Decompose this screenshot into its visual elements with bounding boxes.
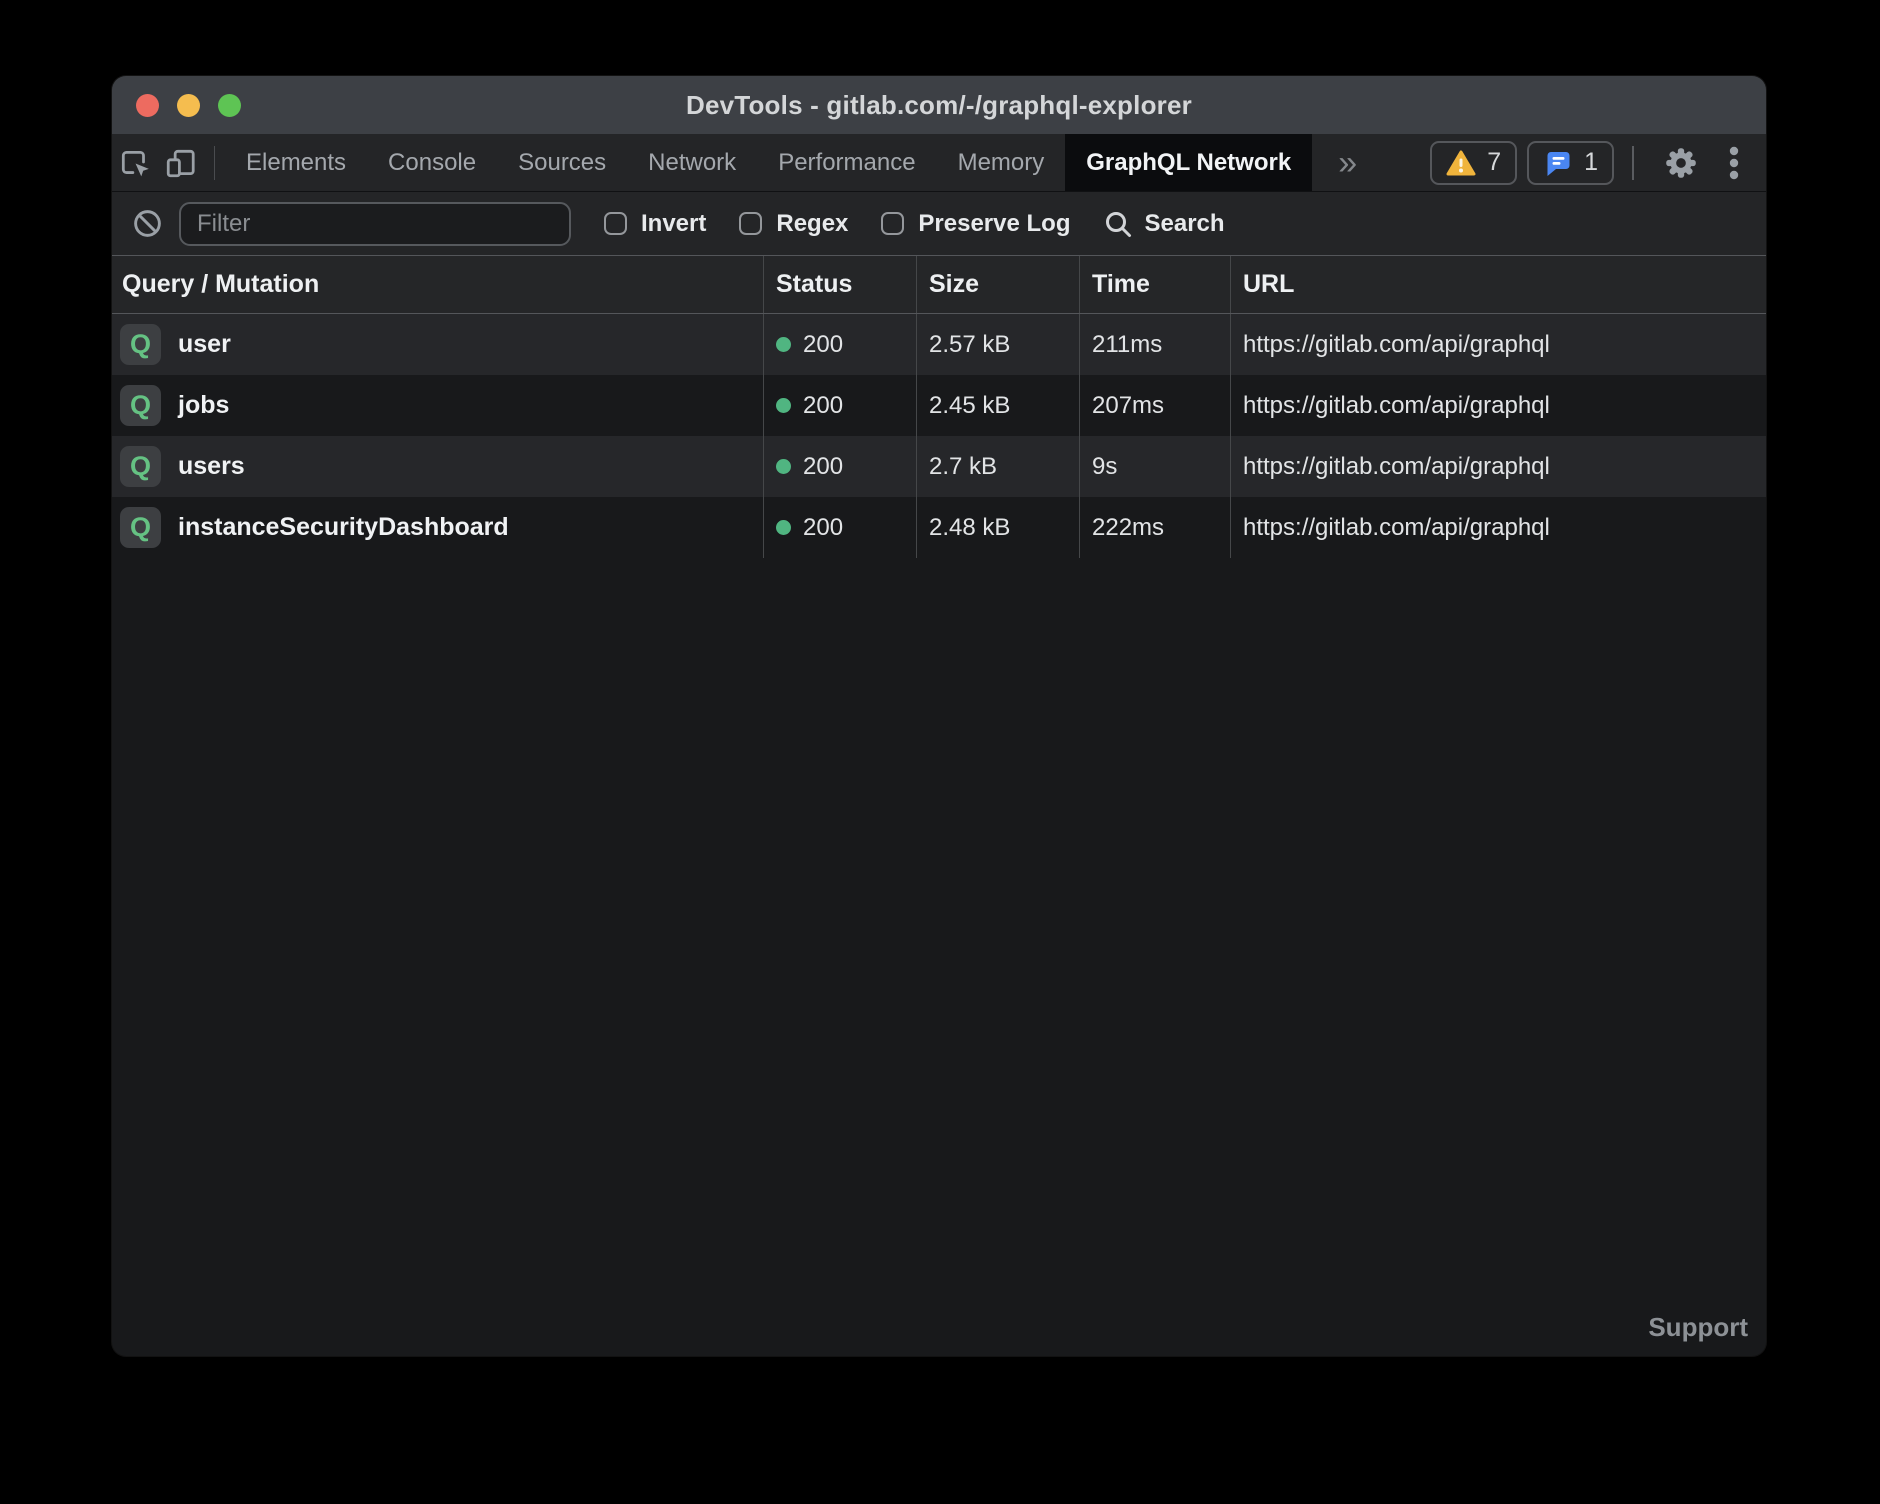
message-bubble-icon <box>1543 148 1573 178</box>
query-type-badge: Q <box>120 446 161 487</box>
response-time: 9s <box>1079 436 1230 497</box>
column-header-url[interactable]: URL <box>1230 256 1766 313</box>
tab-sources[interactable]: Sources <box>497 134 627 191</box>
warnings-badge[interactable]: 7 <box>1430 141 1517 185</box>
column-header-time[interactable]: Time <box>1079 256 1230 313</box>
devtools-tab-bar: Elements Console Sources Network Perform… <box>112 134 1766 192</box>
query-name: instanceSecurityDashboard <box>178 513 509 542</box>
kebab-menu-icon <box>1728 144 1740 182</box>
close-button[interactable] <box>136 94 159 117</box>
query-name: users <box>178 452 245 481</box>
query-type-badge: Q <box>120 385 161 426</box>
tab-memory[interactable]: Memory <box>937 134 1066 191</box>
response-size: 2.45 kB <box>916 375 1079 436</box>
traffic-lights <box>136 76 241 134</box>
tab-performance[interactable]: Performance <box>757 134 936 191</box>
tab-elements[interactable]: Elements <box>225 134 367 191</box>
response-time: 222ms <box>1079 497 1230 558</box>
response-size: 2.48 kB <box>916 497 1079 558</box>
tab-network[interactable]: Network <box>627 134 757 191</box>
device-toolbar-button[interactable] <box>158 134 204 191</box>
preserve-log-checkbox[interactable] <box>881 212 904 235</box>
query-type-badge: Q <box>120 507 161 548</box>
title-bar[interactable]: DevTools - gitlab.com/-/graphql-explorer <box>112 76 1766 134</box>
status-ok-dot-icon <box>776 520 791 535</box>
search-label: Search <box>1144 210 1224 238</box>
table-row[interactable]: Q instanceSecurityDashboard 200 2.48 kB … <box>112 497 1766 558</box>
minimize-button[interactable] <box>177 94 200 117</box>
filter-toolbar: Invert Regex Preserve Log Search <box>112 192 1766 256</box>
table-header: Query / Mutation Status Size Time URL <box>112 256 1766 314</box>
block-icon <box>132 208 163 239</box>
table-row[interactable]: Q users 200 2.7 kB 9s https://gitlab.com… <box>112 436 1766 497</box>
regex-checkbox[interactable] <box>739 212 762 235</box>
invert-label: Invert <box>641 210 706 238</box>
status-ok-dot-icon <box>776 459 791 474</box>
query-name: jobs <box>178 391 229 420</box>
status-code: 200 <box>803 331 843 359</box>
column-header-size[interactable]: Size <box>916 256 1079 313</box>
table-row[interactable]: Q jobs 200 2.45 kB 207ms https://gitlab.… <box>112 375 1766 436</box>
more-options-button[interactable] <box>1714 134 1766 191</box>
status-code: 200 <box>803 514 843 542</box>
request-url: https://gitlab.com/api/graphql <box>1230 375 1766 436</box>
status-ok-dot-icon <box>776 337 791 352</box>
gear-icon <box>1662 144 1700 182</box>
query-type-badge: Q <box>120 324 161 365</box>
device-toolbar-icon <box>164 146 198 180</box>
inspect-cursor-icon <box>118 146 152 180</box>
tabbar-right-divider <box>1632 146 1634 180</box>
issues-badge[interactable]: 1 <box>1527 141 1614 185</box>
support-link[interactable]: Support <box>1648 1312 1748 1343</box>
response-time: 207ms <box>1079 375 1230 436</box>
zoom-button[interactable] <box>218 94 241 117</box>
response-time: 211ms <box>1079 314 1230 375</box>
filter-input[interactable] <box>179 202 571 246</box>
column-header-status[interactable]: Status <box>763 256 916 313</box>
query-name: user <box>178 330 231 359</box>
window-title: DevTools - gitlab.com/-/graphql-explorer <box>686 90 1192 121</box>
tabbar-divider <box>214 146 215 180</box>
more-tabs-chevron-icon[interactable]: » <box>1312 146 1383 180</box>
status-code: 200 <box>803 392 843 420</box>
preserve-log-label: Preserve Log <box>918 210 1070 238</box>
clear-filter-button[interactable] <box>132 208 163 239</box>
regex-label: Regex <box>776 210 848 238</box>
tab-console[interactable]: Console <box>367 134 497 191</box>
issues-count: 1 <box>1584 148 1598 177</box>
search-button[interactable]: Search <box>1103 209 1224 239</box>
response-size: 2.57 kB <box>916 314 1079 375</box>
response-size: 2.7 kB <box>916 436 1079 497</box>
inspect-element-button[interactable] <box>112 134 158 191</box>
warning-triangle-icon <box>1446 149 1476 177</box>
request-url: https://gitlab.com/api/graphql <box>1230 497 1766 558</box>
table-row[interactable]: Q user 200 2.57 kB 211ms https://gitlab.… <box>112 314 1766 375</box>
invert-checkbox[interactable] <box>604 212 627 235</box>
search-icon <box>1103 209 1133 239</box>
invert-checkbox-group: Invert <box>604 210 706 238</box>
regex-checkbox-group: Regex <box>739 210 848 238</box>
request-url: https://gitlab.com/api/graphql <box>1230 436 1766 497</box>
request-url: https://gitlab.com/api/graphql <box>1230 314 1766 375</box>
devtools-window: DevTools - gitlab.com/-/graphql-explorer… <box>112 76 1766 1356</box>
settings-button[interactable] <box>1648 134 1714 191</box>
warnings-count: 7 <box>1487 148 1501 177</box>
tab-graphql-network[interactable]: GraphQL Network <box>1065 134 1312 191</box>
status-code: 200 <box>803 453 843 481</box>
status-ok-dot-icon <box>776 398 791 413</box>
column-header-query-mutation[interactable]: Query / Mutation <box>112 256 763 313</box>
preserve-log-checkbox-group: Preserve Log <box>881 210 1070 238</box>
